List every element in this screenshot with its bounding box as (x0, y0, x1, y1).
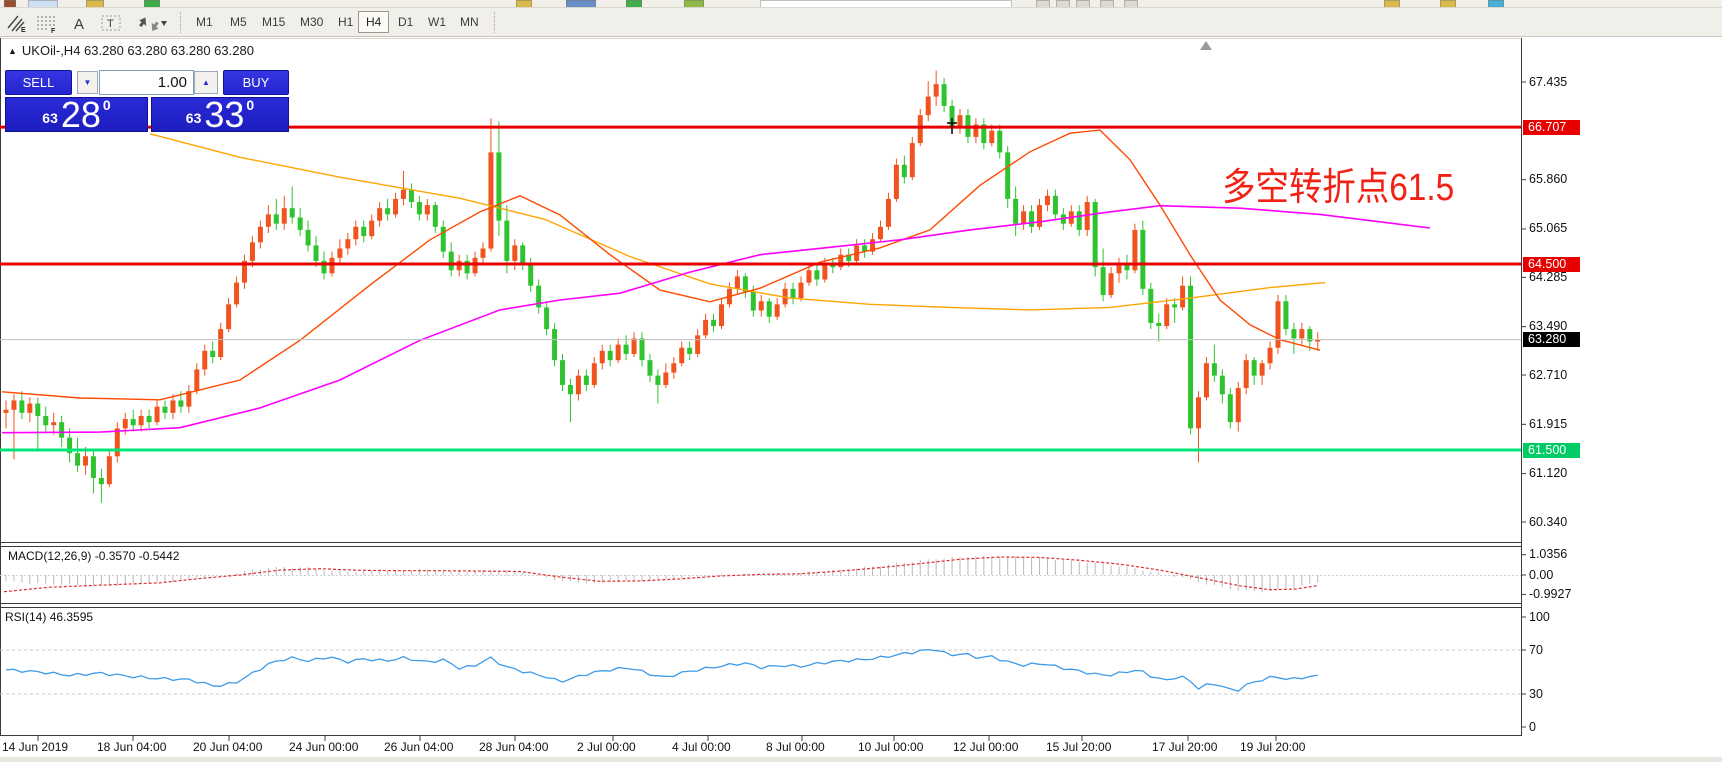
price-axis-label: 66.707 (1523, 119, 1580, 135)
price-axis-label: 67.435 (1529, 74, 1568, 89)
price-axis-label: 65.065 (1529, 221, 1568, 236)
rsi-value: 46.3595 (49, 610, 94, 624)
date-axis-label: 18 Jun 04:00 (97, 740, 167, 754)
date-axis-label: 20 Jun 04:00 (193, 740, 263, 754)
price-axis-label: 64.285 (1529, 269, 1568, 284)
chart-annotation-text: 多空转折点61.5 (1222, 167, 1455, 209)
sell-price-sup: 0 (102, 97, 111, 113)
rsi-axis-label: 70 (1529, 642, 1543, 657)
price-axis-label: 61.120 (1529, 466, 1568, 481)
macd-values: -0.3570 -0.5442 (94, 549, 180, 563)
rsi-axis-label: 100 (1529, 609, 1550, 624)
macd-signal-line (3, 556, 1319, 593)
date-axis-label: 26 Jun 04:00 (384, 740, 454, 754)
macd-axis-label: -0.9927 (1529, 586, 1572, 601)
sell-button[interactable]: SELL (5, 70, 72, 95)
date-axis-label: 4 Jul 00:00 (672, 740, 731, 754)
macd-axis-label: 1.0356 (1529, 547, 1568, 562)
sell-price-big: 28 (60, 94, 101, 136)
macd-axis-label: 0.00 (1529, 567, 1554, 582)
price-axis-label: 61.915 (1529, 416, 1568, 431)
rsi-axis-label: 30 (1529, 686, 1543, 701)
price-axis-label: 60.340 (1529, 514, 1568, 529)
buy-price-sup: 0 (246, 97, 255, 113)
trading-terminal-window: EFAT M1 M5 M15 M30 H1 H4 D1 W1 MN ▲ UKOil-,H4 63.… (0, 0, 1722, 762)
buy-price-big: 33 (204, 94, 245, 136)
date-axis-label: 28 Jun 04:00 (479, 740, 549, 754)
price-axis-label: 63.280 (1523, 332, 1580, 348)
rsi-label: RSI(14) 46.3595 (5, 610, 94, 624)
date-axis-label: 2 Jul 00:00 (577, 740, 636, 754)
status-strip (0, 757, 1722, 762)
buy-button[interactable]: BUY (223, 70, 289, 95)
date-axis-label: 24 Jun 00:00 (289, 740, 359, 754)
expander-triangle-icon[interactable]: ▲ (8, 46, 17, 56)
sell-price-panel[interactable]: 63 28 0 (5, 94, 148, 136)
buy-price-panel[interactable]: 63 33 0 (151, 94, 289, 136)
sell-price-prefix: 63 (42, 110, 58, 126)
date-axis-label: 17 Jul 20:00 (1152, 740, 1218, 754)
macd-label: MACD(12,26,9) -0.3570 -0.5442 (8, 549, 180, 563)
symbol-header: ▲ UKOil-,H4 63.280 63.280 63.280 63.280 (8, 43, 254, 58)
price-axis[interactable]: 67.435 66.707 65.860 65.065 64.500 64.285 63.4… (1522, 0, 1722, 756)
price-axis-label: 61.500 (1523, 442, 1580, 458)
date-axis-label: 12 Jul 00:00 (953, 740, 1019, 754)
volume-increase-button[interactable]: ▲ (194, 71, 218, 94)
symbol-ohlc-text: UKOil-,H4 63.280 63.280 63.280 63.280 (21, 43, 254, 58)
price-axis-label: 62.710 (1529, 367, 1568, 382)
volume-input[interactable] (99, 70, 194, 95)
date-axis-label: 15 Jul 20:00 (1046, 740, 1112, 754)
date-axis-label: 14 Jun 2019 (2, 740, 69, 754)
ma-magenta (1, 204, 1431, 434)
rsi-axis-label: 0 (1529, 719, 1536, 734)
price-axis-label: 65.860 (1529, 172, 1568, 187)
time-axis[interactable]: 14 Jun 2019 18 Jun 04:00 20 Jun 04:00 24 Ju… (0, 737, 1722, 757)
date-axis-label: 19 Jul 20:00 (1240, 740, 1306, 754)
one-click-trade-widget: SELL ▼ ▲ BUY 63 28 0 63 33 0 (4, 62, 289, 136)
autoscroll-triangle-icon (1200, 41, 1212, 50)
volume-decrease-button[interactable]: ▼ (77, 71, 98, 94)
buy-price-prefix: 63 (185, 110, 202, 126)
rsi-line (5, 648, 1318, 693)
date-axis-label: 8 Jul 00:00 (766, 740, 825, 754)
date-axis-label: 10 Jul 00:00 (858, 740, 924, 754)
